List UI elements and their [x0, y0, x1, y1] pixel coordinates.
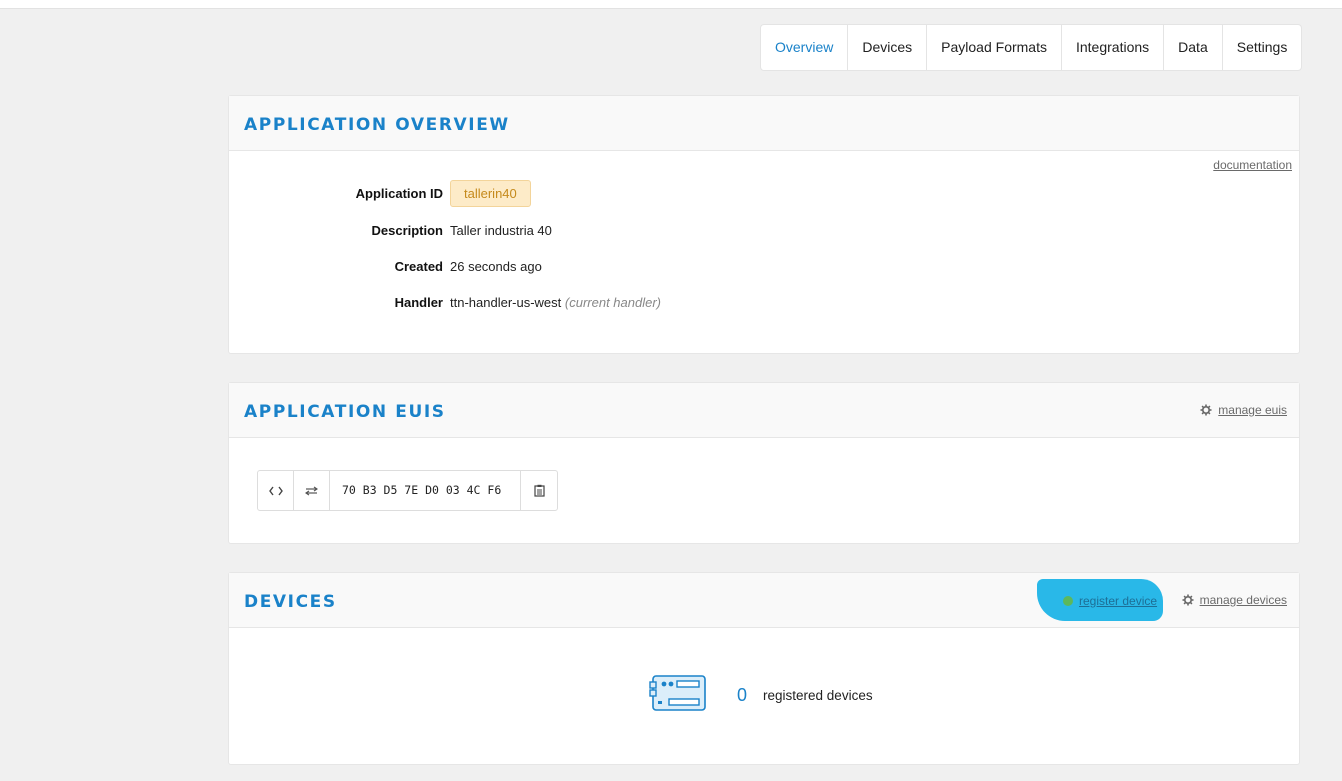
device-board-icon — [649, 674, 707, 717]
app-tabs: Overview Devices Payload Formats Integra… — [760, 24, 1303, 71]
handler-value: ttn-handler-us-west — [450, 295, 562, 310]
add-circle-icon — [1063, 596, 1073, 606]
manage-devices-action[interactable]: manage devices — [1182, 593, 1287, 607]
panel-title: APPLICATION OVERVIEW — [244, 115, 510, 135]
devices-panel: DEVICES register device manage devices 0… — [228, 572, 1300, 765]
panel-header: APPLICATION OVERVIEW — [229, 96, 1299, 151]
description-value: Taller industria 40 — [450, 223, 552, 238]
tab-settings[interactable]: Settings — [1221, 25, 1302, 70]
tab-overview[interactable]: Overview — [761, 25, 847, 70]
created-label: Created — [394, 259, 443, 274]
device-count: 0 — [737, 685, 748, 705]
register-device-link[interactable]: register device — [1079, 594, 1157, 608]
clipboard-icon[interactable] — [521, 471, 557, 510]
tab-payload-formats[interactable]: Payload Formats — [926, 25, 1061, 70]
handler-note: (current handler) — [564, 295, 662, 310]
application-euis-panel: APPLICATION EUIS manage euis 70 B3 D5 7E… — [228, 382, 1300, 544]
application-overview-panel: APPLICATION OVERVIEW documentation Appli… — [228, 95, 1300, 354]
created-value: 26 seconds ago — [450, 259, 542, 274]
app-id-label: Application ID — [355, 186, 443, 201]
code-toggle-icon[interactable] — [258, 471, 294, 510]
panel-title: DEVICES — [244, 592, 337, 612]
manage-devices-link[interactable]: manage devices — [1200, 593, 1287, 607]
register-device-link-row[interactable]: register device — [1063, 594, 1157, 608]
documentation-link[interactable]: documentation — [1213, 158, 1292, 172]
eui-field: 70 B3 D5 7E D0 03 4C F6 — [257, 470, 558, 511]
manage-euis-action[interactable]: manage euis — [1200, 403, 1287, 417]
panel-header: DEVICES register device manage devices — [229, 573, 1299, 628]
tab-data[interactable]: Data — [1163, 25, 1222, 70]
description-label: Description — [371, 223, 443, 238]
handler-value-row: ttn-handler-us-west (current handler) — [450, 295, 661, 310]
register-device-action[interactable]: register device — [1037, 578, 1165, 622]
eui-value: 70 B3 D5 7E D0 03 4C F6 — [330, 471, 521, 510]
panel-header: APPLICATION EUIS manage euis — [229, 383, 1299, 438]
swap-byte-order-icon[interactable] — [294, 471, 330, 510]
manage-euis-link[interactable]: manage euis — [1218, 403, 1287, 417]
gear-icon — [1182, 594, 1194, 606]
devices-empty-state: 0 registered devices — [649, 674, 873, 717]
device-count-text: registered devices — [763, 688, 873, 703]
top-bar — [0, 0, 1342, 9]
handler-label: Handler — [394, 295, 443, 310]
tab-integrations[interactable]: Integrations — [1060, 25, 1163, 70]
gear-icon — [1200, 404, 1212, 416]
panel-title: APPLICATION EUIS — [244, 402, 446, 422]
app-id-badge: tallerin40 — [450, 180, 531, 207]
tab-devices[interactable]: Devices — [847, 25, 926, 70]
